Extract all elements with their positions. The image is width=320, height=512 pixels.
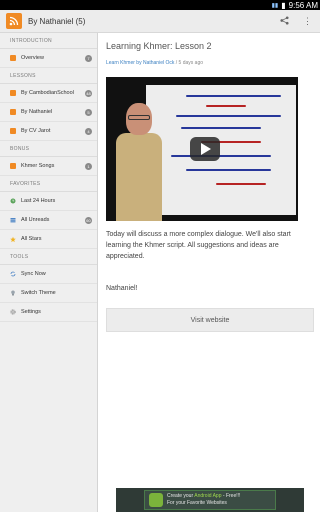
board-writing	[181, 127, 261, 129]
ad-banner[interactable]: Create your Android App - Free!!! For yo…	[116, 488, 304, 512]
stack-icon	[10, 217, 16, 223]
android-logo-icon	[149, 493, 163, 507]
board-writing	[171, 155, 271, 157]
section-bonus: BONUS	[0, 141, 97, 157]
article-pane: Learning Khmer: Lesson 2 Learn Khmer by …	[99, 33, 320, 512]
ad-creative: Create your Android App - Free!!! For yo…	[144, 490, 276, 510]
clock-icon	[10, 198, 16, 204]
sidebar-item-last-24-hours[interactable]: Last 24 Hours	[0, 192, 97, 211]
section-tools: TOOLS	[0, 249, 97, 265]
gear-icon	[10, 309, 16, 315]
rss-icon	[10, 55, 16, 61]
sidebar-item-overview[interactable]: Overview 7	[0, 49, 97, 68]
article-age: 5 days ago	[178, 60, 204, 66]
sidebar-item-cambodianschool[interactable]: By CambodianSchool 48	[0, 84, 97, 103]
play-button[interactable]	[190, 137, 220, 161]
sidebar-item-label: By Nathaniel	[21, 109, 53, 115]
board-writing	[206, 105, 246, 107]
article-source-link[interactable]: Learn Khmer by Nathaniel Ock	[106, 60, 174, 66]
sidebar-item-nathaniel[interactable]: By Nathaniel 5	[0, 103, 97, 122]
unread-count-badge: 7	[85, 55, 92, 62]
section-introduction: INTRODUCTION	[0, 33, 97, 49]
article-meta: Learn Khmer by Nathaniel Ock / 5 days ag…	[106, 60, 203, 66]
board-writing	[186, 95, 281, 97]
sidebar-item-cv-jarot[interactable]: By CV Jarot 4	[0, 122, 97, 141]
unread-count-badge: 48	[85, 90, 92, 97]
sidebar-item-khmer-songs[interactable]: Khmer Songs 1	[0, 157, 97, 176]
rss-icon	[10, 128, 16, 134]
rss-icon	[10, 90, 16, 96]
sidebar-item-label: Last 24 Hours	[21, 198, 56, 204]
sidebar-item-label: Switch Theme	[21, 290, 56, 296]
sidebar-item-label: Settings	[21, 309, 41, 315]
whiteboard-image	[146, 85, 296, 215]
sidebar-item-label: By CambodianSchool	[21, 90, 74, 96]
action-bar: By Nathaniel (5) ⋮	[0, 10, 320, 33]
section-favorites: FAVORITES	[0, 176, 97, 192]
visit-website-button[interactable]: Visit website	[106, 308, 314, 332]
board-writing	[216, 183, 266, 185]
sidebar-item-all-stars[interactable]: All Stars	[0, 230, 97, 249]
sidebar-item-sync-now[interactable]: Sync Now	[0, 265, 97, 284]
article-signature: Nathaniel!	[106, 285, 138, 292]
sidebar-item-settings[interactable]: Settings	[0, 303, 97, 322]
actionbar-title: By Nathaniel (5)	[28, 16, 86, 26]
sidebar-item-label: Sync Now	[21, 271, 46, 277]
unread-count-badge: 4	[85, 128, 92, 135]
video-thumbnail[interactable]	[106, 77, 298, 221]
sidebar-item-label: Overview	[21, 55, 44, 61]
unread-count-badge: 1	[85, 163, 92, 170]
sidebar-item-label: Khmer Songs	[21, 163, 55, 169]
presenter-figure	[116, 103, 162, 221]
sidebar-item-label: By CV Jarot	[21, 128, 51, 134]
sidebar: INTRODUCTION Overview 7 LESSONS By Cambo…	[0, 33, 98, 512]
play-icon	[201, 143, 211, 155]
sidebar-item-switch-theme[interactable]: Switch Theme	[0, 284, 97, 303]
sidebar-item-label: All Stars	[21, 236, 42, 242]
sync-icon	[10, 271, 16, 277]
signal-icon: ▮▮	[271, 2, 279, 9]
board-writing	[176, 115, 281, 117]
rss-icon	[10, 109, 16, 115]
rss-app-icon[interactable]	[6, 13, 22, 29]
share-icon[interactable]	[280, 16, 289, 27]
unread-count-badge: 5	[85, 109, 92, 116]
lightbulb-icon	[10, 290, 16, 296]
board-writing	[186, 169, 271, 171]
status-time: 9:56 AM	[288, 0, 318, 10]
star-icon	[10, 236, 16, 242]
unread-count-badge: 60	[85, 217, 92, 224]
sidebar-item-label: All Unreads	[21, 217, 50, 223]
article-body: Today will discuss a more complex dialog…	[106, 231, 291, 260]
status-bar: ▮▮ ▮ 9:56 AM	[0, 0, 320, 10]
rss-icon	[10, 163, 16, 169]
section-lessons: LESSONS	[0, 68, 97, 84]
article-title: Learning Khmer: Lesson 2	[106, 41, 212, 51]
ad-text: Create your Android App - Free!!! For yo…	[167, 493, 241, 506]
sidebar-item-all-unreads[interactable]: All Unreads 60	[0, 211, 97, 230]
overflow-menu-icon[interactable]: ⋮	[303, 16, 312, 27]
battery-icon: ▮	[281, 0, 286, 10]
